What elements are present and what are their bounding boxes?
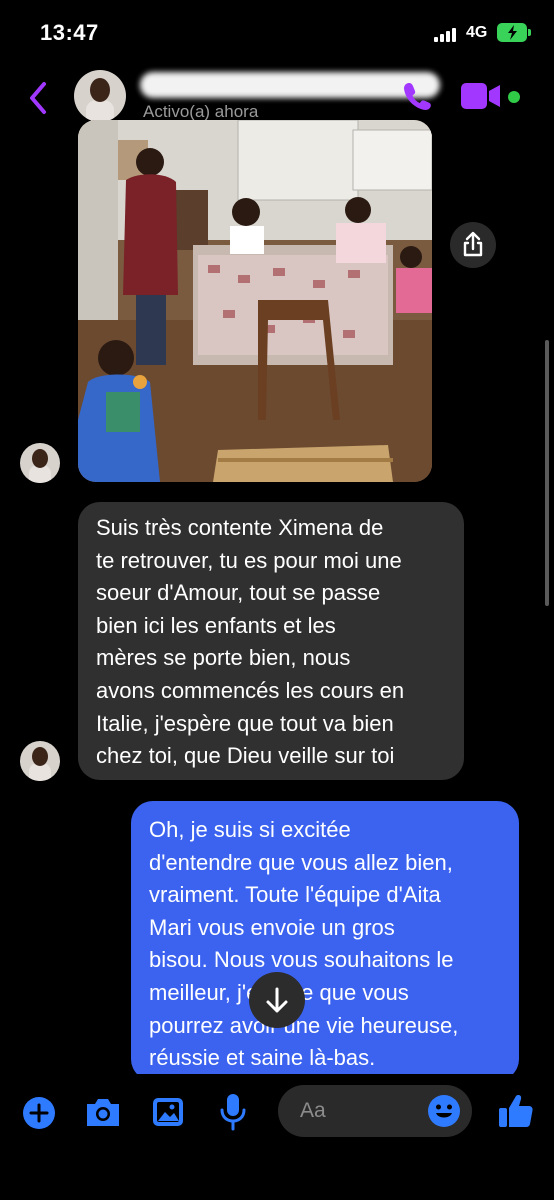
signal-strength-icon: [434, 28, 460, 42]
scroll-to-bottom-button[interactable]: [249, 972, 305, 1028]
message-line: te retrouver, tu es pour moi une: [96, 547, 402, 573]
contact-status: Activo(a) ahora: [143, 102, 259, 121]
message-line: pourrez avoir une vie heureuse,: [149, 1012, 459, 1038]
message-line: d'entendre que vous allez bien,: [149, 849, 453, 875]
sender-avatar[interactable]: [20, 741, 60, 781]
photo-illustration: [78, 120, 432, 482]
message-line: bien ici les enfants et les: [96, 612, 336, 638]
message-line: meilleur, j'espère que vous: [149, 979, 409, 1005]
plus-icon[interactable]: [22, 1096, 56, 1130]
status-bar: 13:47 4G: [0, 0, 554, 64]
message-line: avons commencés les cours en: [96, 677, 405, 703]
message-line: mères se porte bien, nous: [96, 645, 351, 671]
message-line: Mari vous envoie un gros: [149, 914, 395, 940]
scrollbar[interactable]: [545, 340, 549, 606]
shared-photo[interactable]: [78, 120, 432, 482]
status-time: 13:47: [40, 20, 99, 45]
message-line: Italie, j'espère que tout va bien: [96, 710, 394, 736]
composer-bar: [0, 1074, 554, 1200]
share-button[interactable]: [450, 222, 496, 268]
microphone-icon[interactable]: [218, 1092, 248, 1132]
message-line: chez toi, que Dieu veille sur toi: [96, 743, 395, 769]
video-camera-icon[interactable]: [460, 82, 502, 110]
message-line: Oh, je suis si excitée: [149, 817, 351, 842]
message-input[interactable]: [300, 1085, 430, 1137]
sender-avatar[interactable]: [20, 443, 60, 483]
share-icon: [463, 231, 483, 257]
incoming-message-bubble[interactable]: Suis très contente Ximena de te retrouve…: [78, 502, 464, 780]
contact-avatar[interactable]: [74, 70, 126, 122]
arrow-down-icon: [266, 987, 288, 1013]
chevron-left-icon[interactable]: [24, 80, 52, 116]
message-line: vraiment. Toute l'équipe d'Aita: [149, 882, 441, 908]
message-line: réussie et saine là-bas.: [149, 1045, 376, 1071]
message-input-container[interactable]: [278, 1085, 472, 1137]
message-line: bisou. Nous vous souhaitons le: [149, 947, 454, 973]
phone-icon[interactable]: [402, 80, 434, 112]
battery-charging-icon: [497, 23, 531, 42]
image-icon[interactable]: [151, 1096, 185, 1128]
home-indicator-area: [0, 1182, 554, 1200]
camera-icon[interactable]: [84, 1096, 122, 1128]
network-type: 4G: [466, 24, 488, 41]
message-line: Suis très contente Ximena de: [96, 515, 384, 540]
emoji-icon[interactable]: [426, 1093, 462, 1129]
message-line: soeur d'Amour, tout se passe: [96, 580, 381, 606]
active-status-dot: [508, 91, 520, 103]
outgoing-message-bubble[interactable]: Oh, je suis si excitée d'entendre que vo…: [131, 801, 519, 1081]
thumbs-up-icon[interactable]: [496, 1092, 534, 1130]
contact-name-redacted[interactable]: [140, 72, 440, 98]
